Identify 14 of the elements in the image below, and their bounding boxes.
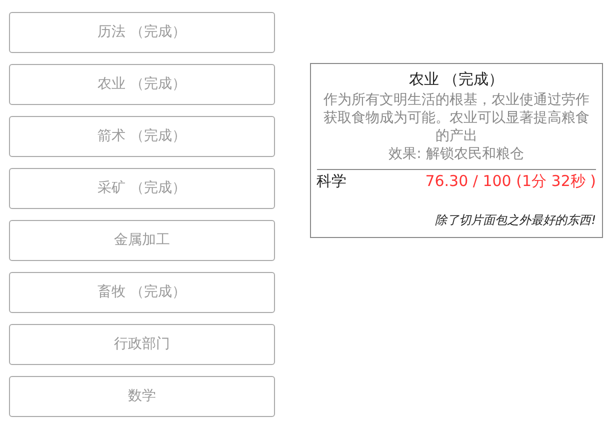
cost-label: 科学: [316, 171, 347, 192]
tech-button[interactable]: 行政部门: [9, 324, 275, 365]
tooltip-title: 农业 （完成）: [408, 69, 505, 90]
tech-button[interactable]: 金属加工: [9, 220, 275, 261]
tech-button[interactable]: 箭术 （完成）: [9, 116, 275, 157]
description-text: 作为所有文明生活的根基，农业使通过劳作获取食物成为可能。农业可以显著提高粮食的产出: [322, 90, 590, 146]
tech-button[interactable]: 数学: [9, 376, 275, 417]
flavor-text: 除了切片面包之外最好的东西!: [434, 212, 596, 229]
effect-text: 效果: 解锁农民和粮仓: [388, 145, 525, 164]
tech-button[interactable]: 历法 （完成）: [9, 12, 275, 53]
tech-button[interactable]: 农业 （完成）: [9, 64, 275, 105]
tech-button[interactable]: 畜牧 （完成）: [9, 272, 275, 313]
tech-button[interactable]: 采矿 （完成）: [9, 168, 275, 209]
cost-value: 76.30 / 100 (1分 32秒 ): [425, 171, 596, 192]
